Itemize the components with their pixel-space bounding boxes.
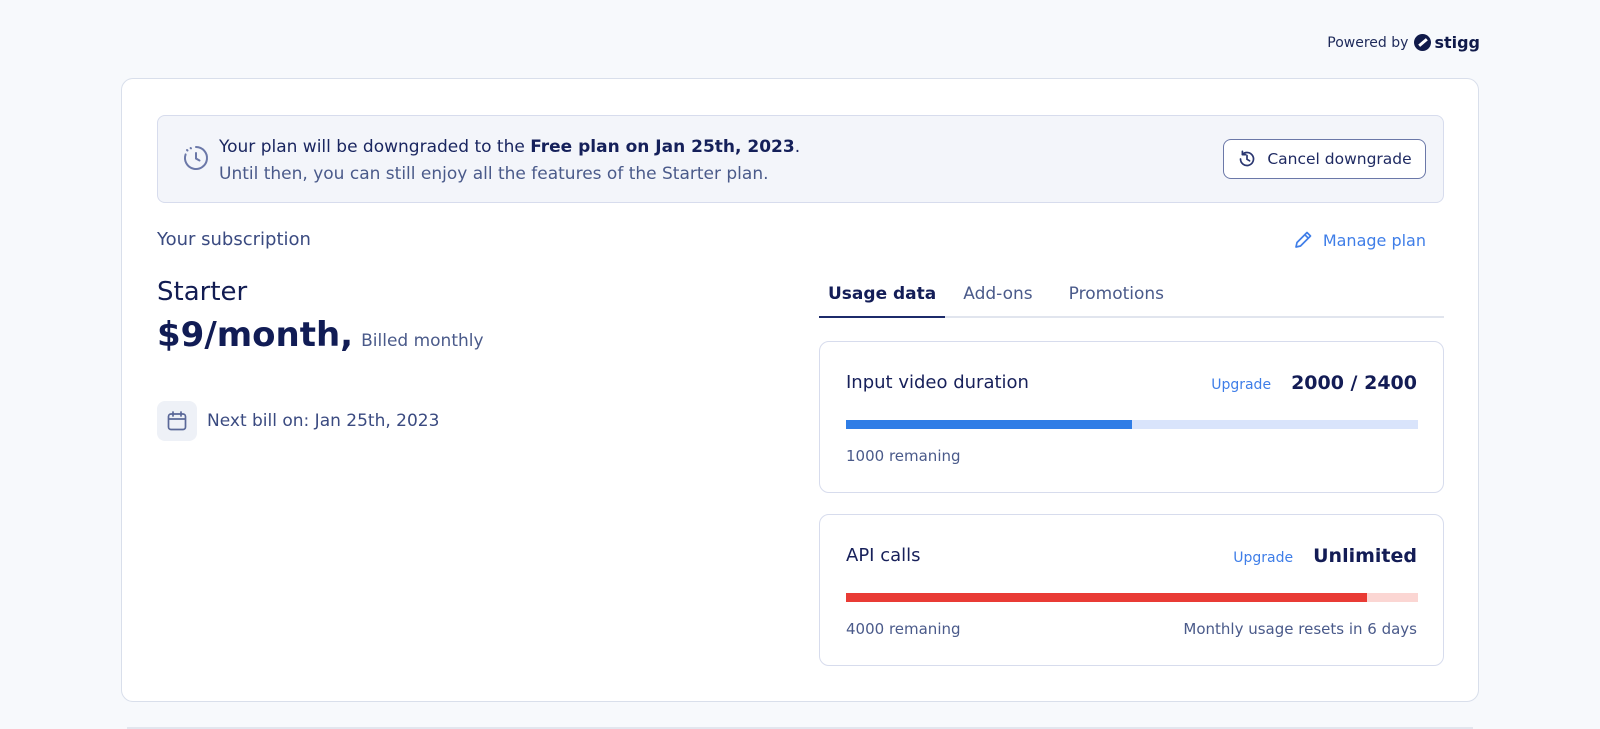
tab-promotions[interactable]: Promotions [1051,272,1182,318]
usage-title: Input video duration [846,372,1029,393]
next-bill-text: Next bill on: Jan 25th, 2023 [207,411,440,431]
usage-progress-fill [846,593,1367,602]
usage-value: 2000 / 2400 [1291,372,1417,394]
usage-card-input-video-duration: Input video duration Upgrade 2000 / 2400… [819,341,1444,493]
tab-add-ons[interactable]: Add-ons [945,272,1050,318]
stigg-logo[interactable]: stigg [1414,33,1480,52]
usage-value: Unlimited [1313,545,1417,567]
banner-message: Your plan will be downgraded to the Free… [219,134,800,188]
usage-header-right: Upgrade 2000 / 2400 [1211,372,1417,394]
upgrade-link[interactable]: Upgrade [1211,377,1271,393]
usage-progress-bar [846,420,1418,429]
cancel-downgrade-button[interactable]: Cancel downgrade [1223,139,1426,179]
banner-line1-prefix: Your plan will be downgraded to the [219,137,531,157]
usage-header-right: Upgrade Unlimited [1233,545,1417,567]
banner-line1-bold: Free plan on Jan 25th, 2023 [530,137,795,157]
banner-line1: Your plan will be downgraded to the Free… [219,134,800,161]
plan-price: $9/month, Billed monthly [157,315,484,355]
billing-period: Billed monthly [361,331,484,351]
usage-reset-text: Monthly usage resets in 6 days [1183,620,1417,638]
next-bill: Next bill on: Jan 25th, 2023 [157,401,439,441]
plan-name: Starter [157,277,248,307]
usage-progress-bar [846,593,1418,602]
subscription-title: Your subscription [157,229,311,250]
downgrade-banner: Your plan will be downgraded to the Free… [157,115,1444,203]
subscription-card: Your plan will be downgraded to the Free… [121,78,1479,702]
usage-title: API calls [846,545,921,566]
price: $9/month, [157,315,354,355]
history-icon [1239,150,1255,167]
cancel-downgrade-label: Cancel downgrade [1267,150,1412,168]
calendar-icon [167,411,187,431]
pencil-icon [1294,231,1312,248]
banner-line1-suffix: . [794,137,801,157]
powered-by-label: Powered by [1327,34,1409,51]
calendar-icon-box [157,401,197,441]
usage-remaining: 1000 remaning [846,447,961,465]
usage-card-api-calls: API calls Upgrade Unlimited 4000 remanin… [819,514,1444,666]
clock-icon [184,146,208,170]
banner-line2: Until then, you can still enjoy all the … [219,164,769,184]
manage-plan-link[interactable]: Manage plan [1292,229,1426,251]
powered-by: Powered by stigg [1327,33,1480,52]
stigg-brand: stigg [1434,33,1480,52]
usage-tabs: Usage data Add-ons Promotions [819,272,1444,318]
usage-progress-fill [846,420,1132,429]
upgrade-link[interactable]: Upgrade [1233,550,1293,566]
stigg-logo-icon [1414,34,1432,51]
tab-usage-data[interactable]: Usage data [819,272,946,318]
usage-remaining: 4000 remaning [846,620,961,638]
manage-plan-label: Manage plan [1322,230,1426,250]
